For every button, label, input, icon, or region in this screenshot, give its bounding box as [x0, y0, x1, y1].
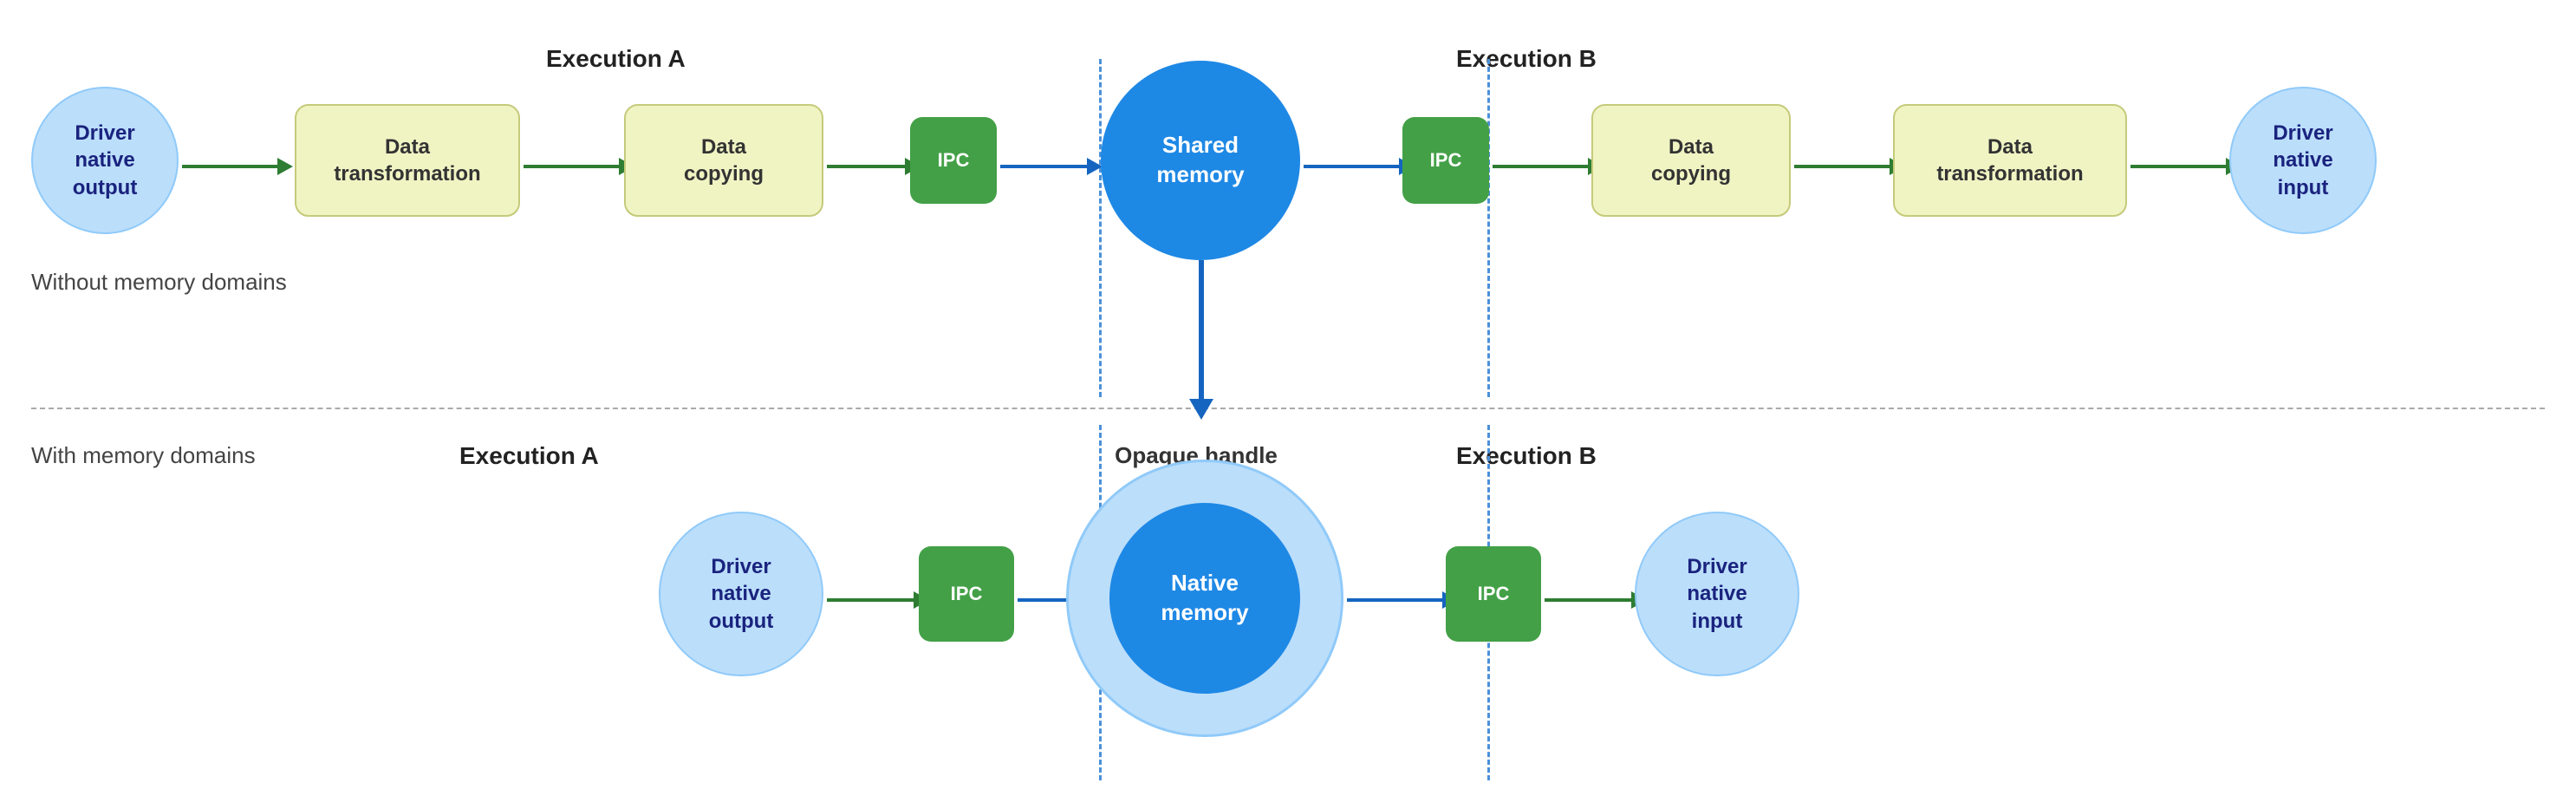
driver-native-input-bottom: Driver native input: [1635, 512, 1799, 676]
driver-native-output-top: Driver native output: [31, 87, 179, 234]
execution-a-top-label: Execution A: [546, 45, 686, 73]
arrow-4: [1000, 158, 1103, 175]
shared-memory-node: Shared memory: [1101, 61, 1300, 260]
native-memory-node: Native memory: [1109, 503, 1300, 694]
data-copying-2: Datacopying: [1591, 104, 1791, 217]
arrow-5: [1304, 158, 1415, 175]
execution-a-bottom-label: Execution A: [459, 442, 599, 470]
v-dotted-right: [1487, 59, 1490, 397]
arrow-3: [827, 158, 920, 175]
data-copying-1: Datacopying: [624, 104, 823, 217]
ipc-4-bottom: IPC: [1446, 546, 1541, 642]
without-memory-domains-label: Without memory domains: [31, 269, 287, 296]
with-memory-domains-label: With memory domains: [31, 442, 256, 469]
section-divider: [31, 408, 2545, 409]
diagram-container: Without memory domains With memory domai…: [0, 0, 2576, 796]
ipc-3-bottom: IPC: [919, 546, 1014, 642]
ipc-1-top: IPC: [910, 117, 997, 204]
arrow-11: [1347, 591, 1458, 609]
data-transformation-2: Datatransformation: [1893, 104, 2127, 217]
data-transformation-1: Datatransformation: [295, 104, 520, 217]
v-dotted-left: [1099, 59, 1102, 397]
arrow-1: [182, 158, 293, 175]
driver-native-input-top: Driver native input: [2229, 87, 2377, 234]
v-arrow-down: [1189, 260, 1213, 420]
arrow-12: [1545, 591, 1647, 609]
driver-native-output-bottom: Driver native output: [659, 512, 823, 676]
arrow-8: [2130, 158, 2241, 175]
execution-b-top-label: Execution B: [1456, 45, 1597, 73]
execution-b-bottom-label: Execution B: [1456, 442, 1597, 470]
ipc-2-top: IPC: [1402, 117, 1489, 204]
arrow-9: [827, 591, 929, 609]
arrow-7: [1794, 158, 1905, 175]
arrow-6: [1493, 158, 1603, 175]
arrow-2: [524, 158, 634, 175]
